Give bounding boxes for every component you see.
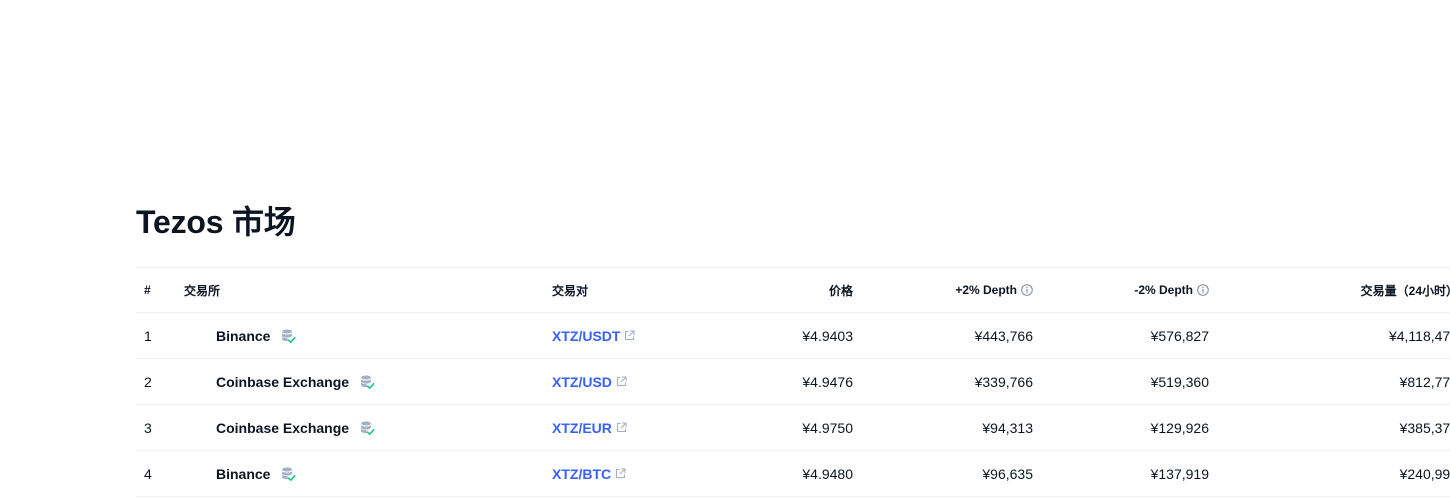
- row-rank: 3: [136, 404, 184, 451]
- table-row: 4 Binance XTZ/BTC ¥4.9480 ¥96,635 ¥137,9…: [136, 450, 1450, 497]
- header-depth-minus[interactable]: -2% Depth: [1033, 267, 1209, 313]
- info-icon[interactable]: [1197, 284, 1209, 296]
- database-check-icon: [282, 329, 296, 343]
- header-volume[interactable]: 交易量（24小时）: [1209, 267, 1450, 313]
- row-depth-plus: ¥443,766: [853, 312, 1033, 359]
- pair-link[interactable]: XTZ/BTC: [552, 466, 611, 482]
- row-depth-minus: ¥576,827: [1033, 312, 1209, 359]
- pair-link[interactable]: XTZ/USD: [552, 374, 612, 390]
- markets-section: Tezos 市场 # 交易所 交易对 价格 +2% Depth -2% Dept…: [136, 0, 1450, 500]
- row-depth-plus: ¥339,766: [853, 358, 1033, 405]
- row-price: ¥4.9476: [702, 358, 853, 405]
- database-check-icon: [361, 375, 375, 389]
- header-depth-minus-label: -2% Depth: [1134, 283, 1193, 297]
- row-price: ¥4.9403: [702, 312, 853, 359]
- database-check-icon: [282, 467, 296, 481]
- exchange-name-link[interactable]: Coinbase Exchange: [216, 420, 349, 436]
- row-volume: ¥812,778: [1209, 358, 1450, 405]
- external-link-icon[interactable]: [624, 330, 636, 341]
- header-depth-plus[interactable]: +2% Depth: [853, 267, 1033, 313]
- exchange-name-link[interactable]: Coinbase Exchange: [216, 374, 349, 390]
- row-volume: ¥240,991: [1209, 450, 1450, 497]
- row-depth-plus: ¥96,635: [853, 450, 1033, 497]
- row-depth-minus: ¥129,926: [1033, 404, 1209, 451]
- row-depth-minus: ¥137,919: [1033, 450, 1209, 497]
- table-row: 2 Coinbase Exchange XTZ/USD ¥4.9476 ¥339…: [136, 358, 1450, 405]
- exchange-name-link[interactable]: Binance: [216, 466, 270, 482]
- row-rank: 2: [136, 358, 184, 405]
- exchange-name-link[interactable]: Binance: [216, 328, 270, 344]
- pair-link[interactable]: XTZ/EUR: [552, 420, 612, 436]
- external-link-icon[interactable]: [616, 422, 627, 433]
- pair-link[interactable]: XTZ/USDT: [552, 328, 620, 344]
- row-depth-minus: ¥519,360: [1033, 358, 1209, 405]
- markets-table: # 交易所 交易对 价格 +2% Depth -2% Depth 交易量（24小…: [136, 267, 1450, 497]
- info-icon[interactable]: [1021, 284, 1033, 296]
- row-volume: ¥385,372: [1209, 404, 1450, 451]
- row-rank: 1: [136, 312, 184, 359]
- header-exchange[interactable]: 交易所: [184, 267, 552, 313]
- header-rank[interactable]: #: [136, 267, 184, 313]
- table-header-row: # 交易所 交易对 价格 +2% Depth -2% Depth 交易量（24小…: [136, 267, 1450, 313]
- row-rank: 4: [136, 450, 184, 497]
- header-depth-plus-label: +2% Depth: [955, 283, 1017, 297]
- header-pair[interactable]: 交易对: [552, 267, 702, 313]
- row-depth-plus: ¥94,313: [853, 404, 1033, 451]
- page-title: Tezos 市场: [136, 204, 296, 240]
- external-link-icon[interactable]: [616, 376, 627, 387]
- row-price: ¥4.9480: [702, 450, 853, 497]
- table-row: 1 Binance XTZ/USDT ¥4.9403 ¥443,766 ¥576…: [136, 312, 1450, 359]
- external-link-icon[interactable]: [615, 468, 626, 479]
- database-check-icon: [361, 421, 375, 435]
- header-price[interactable]: 价格: [702, 267, 853, 313]
- table-row: 3 Coinbase Exchange XTZ/EUR ¥4.9750 ¥94,…: [136, 404, 1450, 451]
- row-volume: ¥4,118,473: [1209, 312, 1450, 359]
- row-price: ¥4.9750: [702, 404, 853, 451]
